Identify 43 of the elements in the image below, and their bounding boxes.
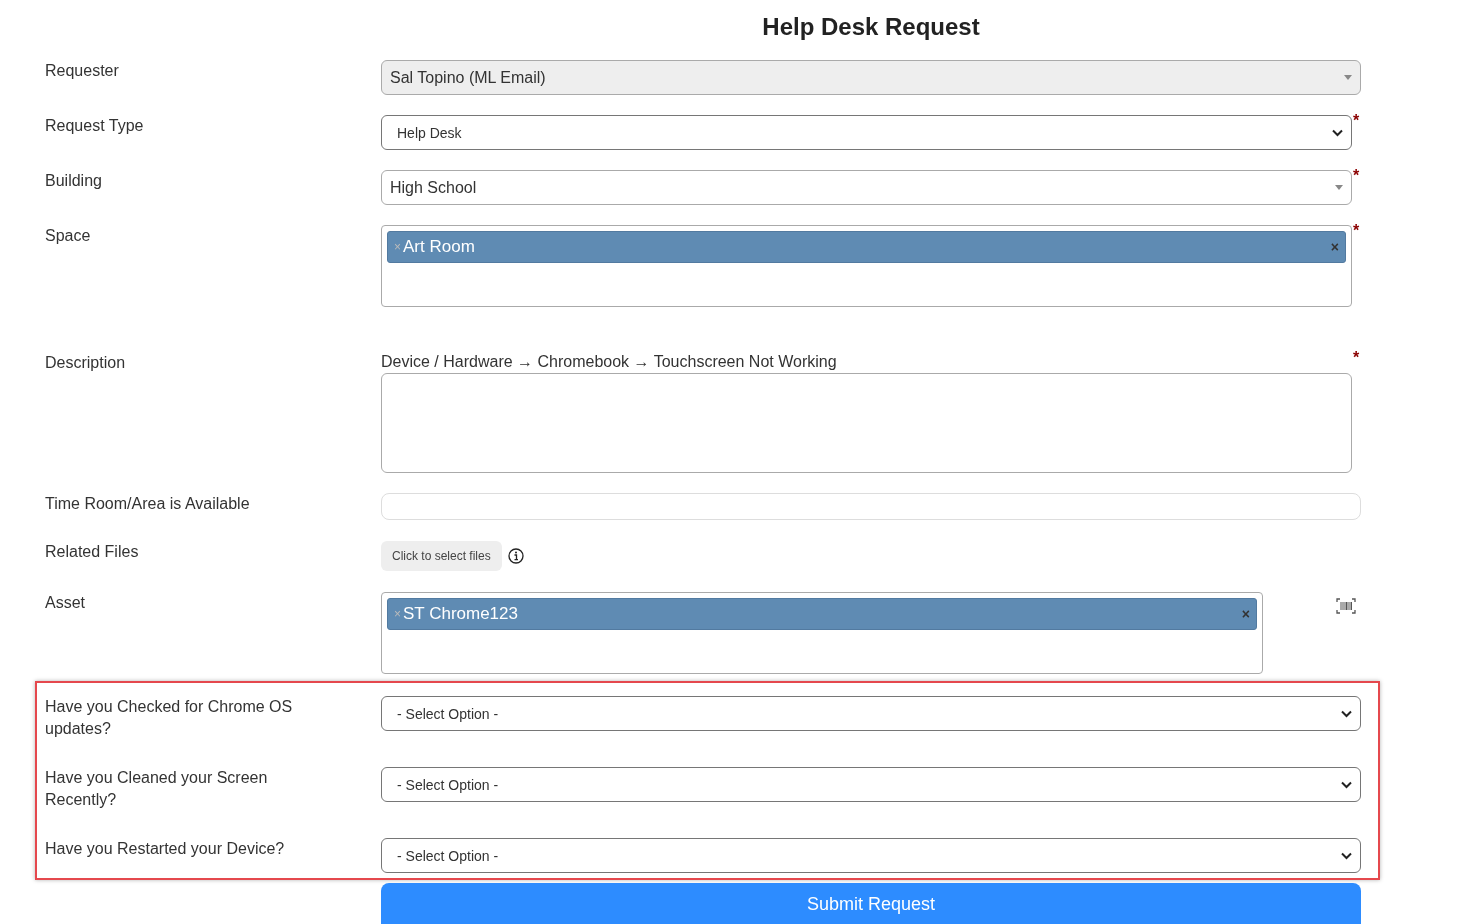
tag-text: ST Chrome123 [403,604,519,624]
required-mark: * [1353,115,1360,127]
field-label: Space [45,226,92,246]
chevron-icon [1332,128,1343,137]
chevron-icon [1341,851,1352,860]
required-mark: * [1353,170,1360,182]
dropdown[interactable]: - Select Option - [381,696,1361,731]
remove-icon[interactable]: × [394,607,401,621]
chevron-icon [1341,709,1352,718]
tag-field[interactable]: ×Art Room × [381,225,1352,307]
field-label: Have you Cleaned your Screen Recently? [45,768,269,810]
field-label: Description [45,353,127,373]
text-field[interactable] [381,493,1361,520]
field-label: Building [45,171,103,191]
field-label: Request Type [45,116,145,136]
dropdown[interactable]: - Select Option - [381,767,1361,802]
submit-button[interactable]: Submit Request [381,883,1361,924]
required-mark: * [1353,225,1360,237]
tag-chip[interactable]: ×Art Room × [387,231,1346,263]
tag-chip[interactable]: ×ST Chrome123 × [387,598,1257,630]
chevron-icon [1341,780,1352,789]
clear-icon[interactable]: × [1241,606,1250,622]
caret-icon [1335,185,1343,190]
remove-icon[interactable]: × [394,240,401,254]
select-files-button[interactable]: Click to select files [381,541,502,571]
tag-text: Art Room [403,237,476,257]
dropdown[interactable]: Help Desk [381,115,1352,150]
field-label: Time Room/Area is Available [45,494,251,514]
field-label: Have you Checked for Chrome OS updates? [45,697,294,739]
category-path: Device / Hardware → Chromebook → Touchscreen Not Working [381,352,838,372]
field-label: Requester [45,61,120,81]
info-icon [507,548,524,564]
caret-icon [1344,75,1352,80]
dropdown[interactable]: - Select Option - [381,838,1361,873]
dropdown[interactable]: High School [381,170,1352,205]
field-label: Have you Restarted your Device? [45,839,286,859]
description-field[interactable] [381,373,1352,473]
field-label: Asset [45,593,86,613]
field-label: Related Files [45,542,140,562]
required-mark: * [1353,352,1360,364]
clear-icon[interactable]: × [1330,239,1339,255]
tag-field[interactable]: ×ST Chrome123 × [381,592,1263,674]
page-title: Help Desk Request [762,13,980,41]
